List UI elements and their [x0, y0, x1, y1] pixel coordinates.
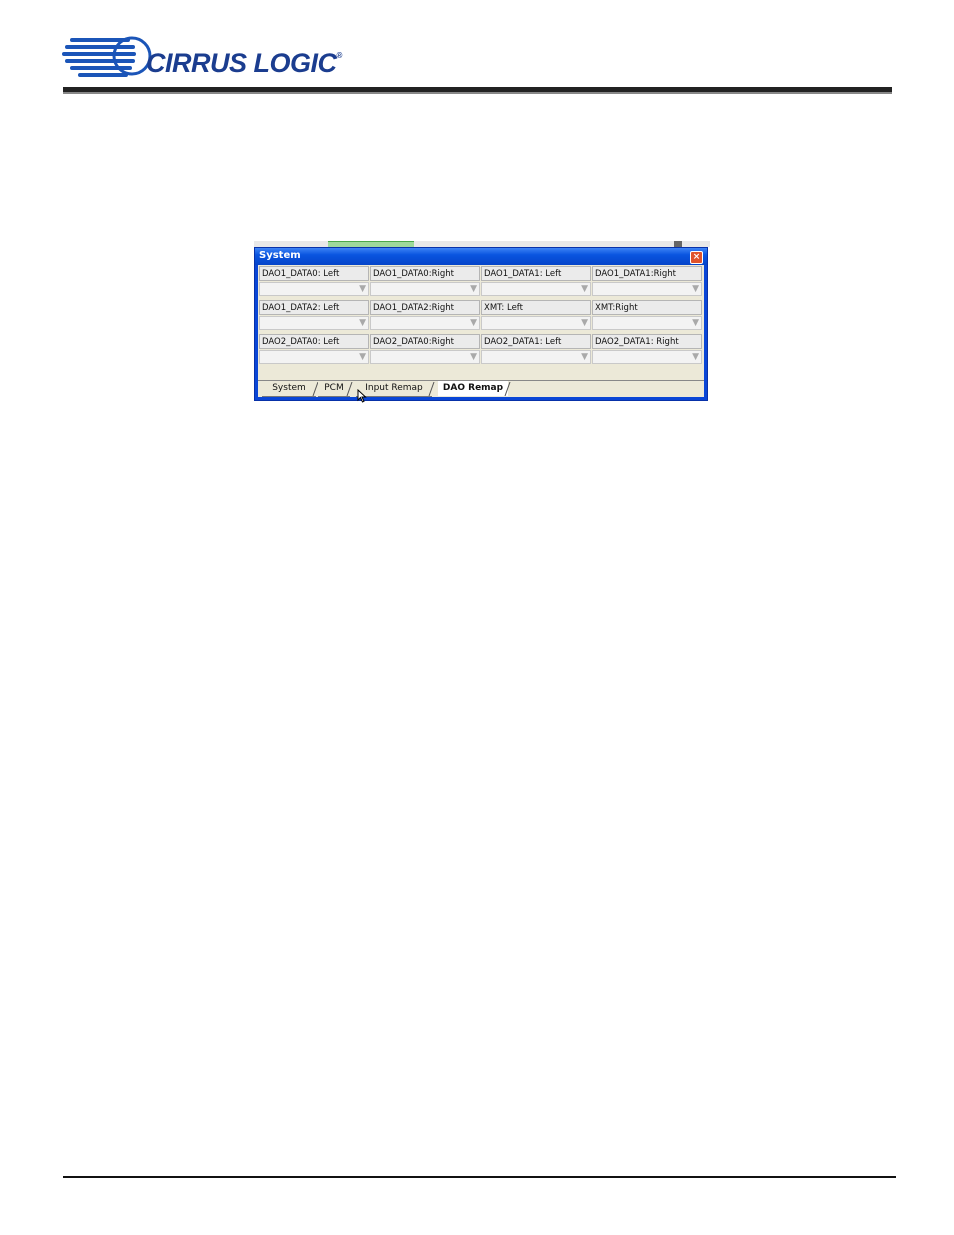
- remap-channel-label: XMT:Right: [592, 300, 702, 315]
- chevron-down-icon[interactable]: ▼: [470, 318, 477, 329]
- chevron-down-icon[interactable]: ▼: [692, 284, 699, 295]
- remap-cell: DAO1_DATA1: Left ▼: [481, 266, 591, 299]
- tab-system[interactable]: System: [262, 381, 316, 397]
- window-client-area: DAO1_DATA0: Left ▼ DAO1_DATA0:Right ▼ DAO1_D…: [258, 265, 704, 397]
- remap-source-dropdown[interactable]: ▼: [370, 282, 480, 296]
- mouse-cursor-icon: [357, 389, 367, 403]
- remap-source-dropdown[interactable]: ▼: [592, 350, 702, 364]
- chevron-down-icon[interactable]: ▼: [470, 352, 477, 363]
- remap-cell: XMT:Right ▼: [592, 300, 702, 333]
- remap-source-dropdown[interactable]: ▼: [481, 316, 591, 330]
- tab-separator: [346, 382, 353, 396]
- header-rule: [63, 87, 892, 94]
- remap-cell: DAO2_DATA1: Left ▼: [481, 334, 591, 367]
- remap-source-dropdown[interactable]: ▼: [259, 316, 369, 330]
- tab-dao-remap[interactable]: DAO Remap: [438, 381, 508, 396]
- remap-cell: DAO2_DATA0:Right ▼: [370, 334, 480, 367]
- chevron-down-icon[interactable]: ▼: [581, 318, 588, 329]
- remap-cell: DAO2_DATA1: Right ▼: [592, 334, 702, 367]
- close-icon[interactable]: ×: [690, 251, 703, 264]
- remap-channel-label: DAO2_DATA1: Right: [592, 334, 702, 349]
- remap-channel-label: DAO2_DATA0: Left: [259, 334, 369, 349]
- cirrus-logic-logo: CIRRUS LOGIC®: [62, 30, 362, 86]
- chevron-down-icon[interactable]: ▼: [359, 284, 366, 295]
- remap-source-dropdown[interactable]: ▼: [259, 282, 369, 296]
- remap-channel-label: DAO2_DATA1: Left: [481, 334, 591, 349]
- remap-channel-label: DAO1_DATA2:Right: [370, 300, 480, 315]
- remap-channel-label: DAO1_DATA2: Left: [259, 300, 369, 315]
- remap-source-dropdown[interactable]: ▼: [481, 282, 591, 296]
- tab-input-remap[interactable]: Input Remap: [356, 381, 432, 397]
- remap-cell: DAO1_DATA2: Left ▼: [259, 300, 369, 333]
- chevron-down-icon[interactable]: ▼: [359, 352, 366, 363]
- tab-separator: [504, 382, 511, 396]
- remap-cell: DAO2_DATA0: Left ▼: [259, 334, 369, 367]
- window-titlebar[interactable]: System ×: [255, 248, 707, 265]
- remap-channel-label: DAO1_DATA1: Left: [481, 266, 591, 281]
- remap-channel-label: XMT: Left: [481, 300, 591, 315]
- remap-cell: DAO1_DATA0:Right ▼: [370, 266, 480, 299]
- tab-bar: System PCM Input Remap DAO Remap: [258, 380, 704, 398]
- remap-cell: DAO1_DATA0: Left ▼: [259, 266, 369, 299]
- remap-channel-label: DAO1_DATA0:Right: [370, 266, 480, 281]
- remap-source-dropdown[interactable]: ▼: [370, 350, 480, 364]
- chevron-down-icon[interactable]: ▼: [692, 318, 699, 329]
- remap-source-dropdown[interactable]: ▼: [481, 350, 591, 364]
- remap-cell: XMT: Left ▼: [481, 300, 591, 333]
- remap-source-dropdown[interactable]: ▼: [370, 316, 480, 330]
- footer-rule: [63, 1176, 896, 1178]
- logo-wordmark: CIRRUS LOGIC®: [146, 48, 342, 78]
- chevron-down-icon[interactable]: ▼: [470, 284, 477, 295]
- chevron-down-icon[interactable]: ▼: [581, 352, 588, 363]
- remap-source-dropdown[interactable]: ▼: [592, 316, 702, 330]
- tab-separator: [428, 382, 435, 396]
- window-title: System: [259, 250, 301, 261]
- remap-channel-label: DAO1_DATA0: Left: [259, 266, 369, 281]
- chevron-down-icon[interactable]: ▼: [359, 318, 366, 329]
- logo-swoosh-icon: [62, 36, 152, 77]
- chevron-down-icon[interactable]: ▼: [581, 284, 588, 295]
- system-window: System × DAO1_DATA0: Left ▼ DAO1_DATA0:Rig…: [254, 247, 708, 401]
- remap-source-dropdown[interactable]: ▼: [592, 282, 702, 296]
- remap-channel-label: DAO2_DATA0:Right: [370, 334, 480, 349]
- remap-channel-label: DAO1_DATA1:Right: [592, 266, 702, 281]
- remap-cell: DAO1_DATA1:Right ▼: [592, 266, 702, 299]
- remap-source-dropdown[interactable]: ▼: [259, 350, 369, 364]
- remap-cell: DAO1_DATA2:Right ▼: [370, 300, 480, 333]
- chevron-down-icon[interactable]: ▼: [692, 352, 699, 363]
